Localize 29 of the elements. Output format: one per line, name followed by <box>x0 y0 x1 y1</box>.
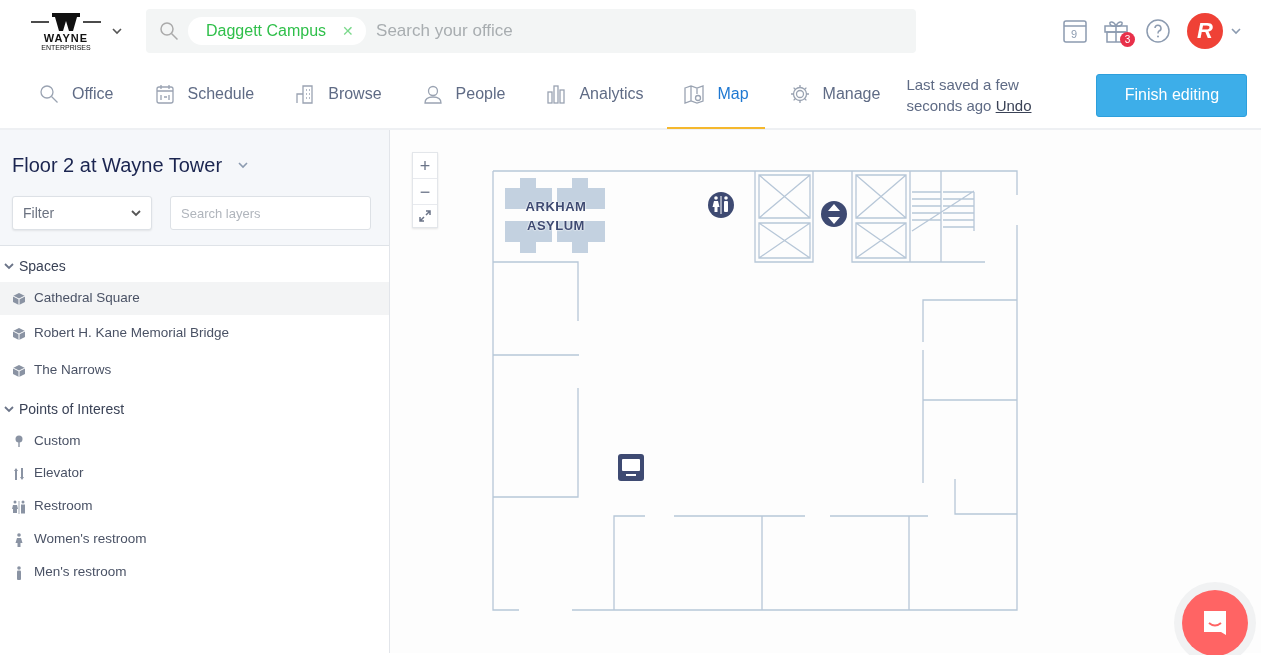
search-layers-field[interactable]: Search layers <box>170 196 371 230</box>
search-input[interactable]: Search your office <box>374 17 775 45</box>
calendar-icon[interactable]: 9 <box>1063 18 1087 44</box>
layer-group-header[interactable]: Points of Interest <box>0 393 389 425</box>
layer-item[interactable]: Robert H. Kane Memorial Bridge <box>0 315 389 352</box>
nav-tab[interactable]: Analytics <box>529 61 660 129</box>
layer-item[interactable]: Elevator <box>0 457 389 490</box>
nav-tab[interactable]: Browse <box>278 61 398 129</box>
nav-tab[interactable]: Manage <box>772 61 897 129</box>
zoom-out-button[interactable]: − <box>413 179 437 205</box>
space-label: ARKHAM ASYLUM <box>524 198 588 235</box>
layer-item[interactable]: The Narrows <box>0 352 389 389</box>
nav-tab[interactable]: Schedule <box>137 61 271 129</box>
notification-count: 3 <box>1120 32 1135 47</box>
layer-item[interactable]: Men's restroom <box>0 556 389 589</box>
undo-link[interactable]: Undo <box>995 97 1032 114</box>
layer-item[interactable]: Restroom <box>0 490 389 523</box>
logo-wordmark: WAYNE <box>43 33 89 44</box>
save-status: Last saved a few seconds ago Undo <box>906 75 1033 116</box>
layer-item[interactable]: Women's restroom <box>0 523 389 556</box>
layer-item[interactable]: Custom <box>0 425 389 457</box>
filter-dropdown[interactable]: Filter <box>12 196 152 230</box>
layer-item[interactable]: Cathedral Square <box>0 282 389 315</box>
zoom-in-button[interactable]: + <box>413 153 437 179</box>
nav-tab[interactable]: Office <box>22 61 130 129</box>
user-avatar[interactable]: R <box>1187 13 1223 49</box>
layer-group-header[interactable]: Spaces <box>0 250 389 282</box>
floor-title: Floor 2 at Wayne Tower <box>12 153 223 178</box>
nav-tab[interactable]: People <box>405 61 522 129</box>
